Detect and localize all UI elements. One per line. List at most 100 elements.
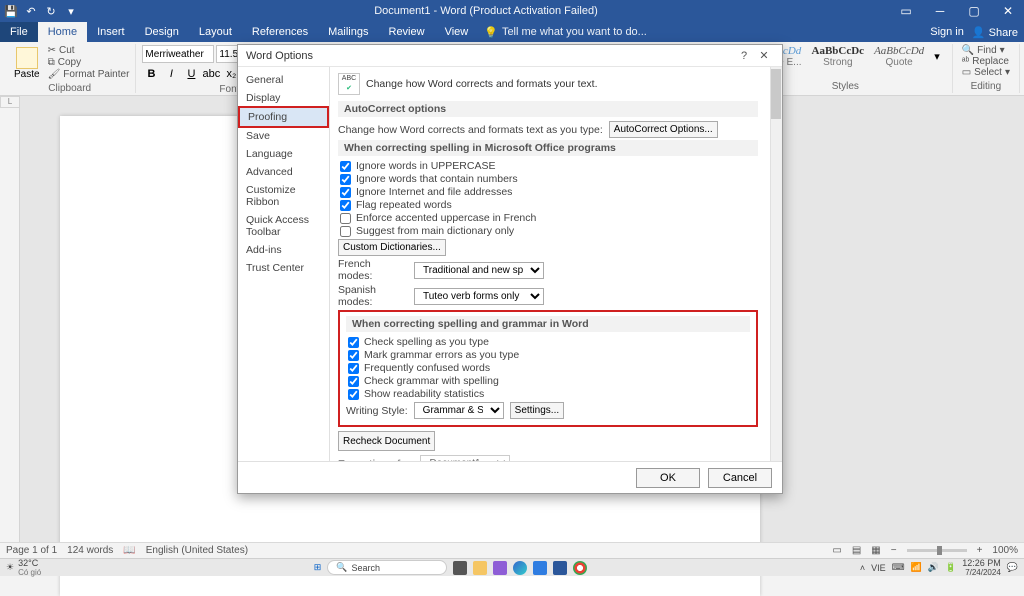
chrome-icon[interactable] bbox=[573, 561, 587, 575]
zoom-slider[interactable] bbox=[907, 549, 967, 552]
explorer-icon[interactable] bbox=[473, 561, 487, 575]
clock-time[interactable]: 12:26 PM bbox=[962, 558, 1001, 568]
page-count[interactable]: Page 1 of 1 bbox=[6, 545, 57, 556]
maximize-icon[interactable]: ▢ bbox=[962, 4, 986, 18]
share-button[interactable]: 👤 Share bbox=[972, 26, 1018, 39]
spellcheck-icon[interactable]: 📖 bbox=[123, 545, 135, 556]
taskbar-search[interactable]: 🔍Search bbox=[327, 560, 447, 575]
save-icon[interactable]: 💾 bbox=[4, 4, 18, 18]
chevron-up-icon[interactable]: ˄ bbox=[860, 563, 865, 573]
qat-dropdown-icon[interactable]: ▾ bbox=[64, 4, 78, 18]
nav-proofing[interactable]: Proofing bbox=[238, 106, 329, 128]
tell-me[interactable]: 💡Tell me what you want to do... bbox=[478, 22, 653, 42]
chk-ignore-numbers[interactable]: Ignore words that contain numbers bbox=[338, 173, 758, 185]
style-strong[interactable]: AaBbCcDcStrong bbox=[812, 45, 865, 68]
nav-language[interactable]: Language bbox=[238, 145, 329, 163]
select-button[interactable]: ▭Select▾ bbox=[959, 67, 1013, 78]
system-tray: ˄ VIE ⌨ 📶 🔊 🔋 12:26 PM 7/24/2024 💬 bbox=[854, 558, 1024, 577]
minimize-icon[interactable]: ─ bbox=[928, 4, 952, 18]
italic-button[interactable]: I bbox=[162, 65, 180, 83]
chk-ignore-uppercase[interactable]: Ignore words in UPPERCASE bbox=[338, 160, 758, 172]
paste-button[interactable]: Paste bbox=[10, 45, 44, 82]
nav-general[interactable]: General bbox=[238, 71, 329, 89]
tab-layout[interactable]: Layout bbox=[189, 22, 242, 42]
language-status[interactable]: English (United States) bbox=[146, 545, 248, 556]
chk-confused-words[interactable]: Frequently confused words bbox=[346, 362, 750, 374]
chk-main-dictionary[interactable]: Suggest from main dictionary only bbox=[338, 225, 758, 237]
scrollbar[interactable] bbox=[770, 67, 782, 461]
help-icon[interactable]: ? bbox=[734, 50, 754, 62]
nav-addins[interactable]: Add-ins bbox=[238, 241, 329, 259]
chk-flag-repeated[interactable]: Flag repeated words bbox=[338, 199, 758, 211]
underline-button[interactable]: U bbox=[182, 65, 200, 83]
volume-icon[interactable]: 🔊 bbox=[928, 562, 939, 573]
strike-button[interactable]: abc bbox=[202, 65, 220, 83]
dialog-close-icon[interactable]: ✕ bbox=[754, 49, 774, 62]
print-layout-icon[interactable]: ▤ bbox=[852, 545, 861, 556]
ok-button[interactable]: OK bbox=[636, 468, 700, 488]
ime-indicator[interactable]: VIE bbox=[871, 563, 886, 573]
read-mode-icon[interactable]: ▭ bbox=[832, 545, 841, 556]
cancel-button[interactable]: Cancel bbox=[708, 468, 772, 488]
chk-check-spelling[interactable]: Check spelling as you type bbox=[346, 336, 750, 348]
bold-button[interactable]: B bbox=[142, 65, 160, 83]
tab-mailings[interactable]: Mailings bbox=[318, 22, 378, 42]
replace-button[interactable]: ᵃᵇReplace bbox=[959, 56, 1013, 67]
ribbon-options-icon[interactable]: ▭ bbox=[894, 4, 918, 18]
nav-save[interactable]: Save bbox=[238, 127, 329, 145]
lightshot-icon[interactable] bbox=[493, 561, 507, 575]
start-icon[interactable]: ⊞ bbox=[314, 562, 322, 573]
nav-trust-center[interactable]: Trust Center bbox=[238, 259, 329, 277]
zoom-level[interactable]: 100% bbox=[992, 545, 1018, 556]
web-layout-icon[interactable]: ▦ bbox=[871, 545, 880, 556]
exceptions-select[interactable]: Document1 bbox=[420, 455, 510, 461]
edge-icon[interactable] bbox=[513, 561, 527, 575]
nav-qat[interactable]: Quick Access Toolbar bbox=[238, 211, 329, 241]
nav-advanced[interactable]: Advanced bbox=[238, 163, 329, 181]
tab-review[interactable]: Review bbox=[379, 22, 435, 42]
zoom-out-icon[interactable]: − bbox=[891, 545, 897, 556]
wifi-icon[interactable]: 📶 bbox=[911, 562, 922, 573]
close-icon[interactable]: ✕ bbox=[996, 4, 1020, 18]
tab-view[interactable]: View bbox=[435, 22, 479, 42]
custom-dictionaries-button[interactable]: Custom Dictionaries... bbox=[338, 239, 446, 256]
nav-customize-ribbon[interactable]: Customize Ribbon bbox=[238, 181, 329, 211]
chk-mark-grammar[interactable]: Mark grammar errors as you type bbox=[346, 349, 750, 361]
tab-references[interactable]: References bbox=[242, 22, 318, 42]
word-count[interactable]: 124 words bbox=[67, 545, 113, 556]
input-icon[interactable]: ⌨ bbox=[892, 562, 905, 573]
autocorrect-options-button[interactable]: AutoCorrect Options... bbox=[609, 121, 718, 138]
nav-display[interactable]: Display bbox=[238, 89, 329, 107]
redo-icon[interactable]: ↻ bbox=[44, 4, 58, 18]
zoom-in-icon[interactable]: + bbox=[977, 545, 983, 556]
word-icon[interactable] bbox=[553, 561, 567, 575]
tab-design[interactable]: Design bbox=[135, 22, 189, 42]
spanish-modes-select[interactable]: Tuteo verb forms only bbox=[414, 288, 544, 305]
battery-icon[interactable]: 🔋 bbox=[945, 562, 956, 573]
font-name-select[interactable]: Merriweather bbox=[142, 45, 214, 63]
chk-french-accent[interactable]: Enforce accented uppercase in French bbox=[338, 212, 758, 224]
autocorrect-desc: Change how Word corrects and formats tex… bbox=[338, 124, 603, 136]
tab-insert[interactable]: Insert bbox=[87, 22, 135, 42]
notifications-icon[interactable]: 💬 bbox=[1007, 562, 1018, 573]
chk-grammar-with-spelling[interactable]: Check grammar with spelling bbox=[346, 375, 750, 387]
chk-readability[interactable]: Show readability statistics bbox=[346, 388, 750, 400]
sign-in[interactable]: Sign in bbox=[930, 26, 964, 38]
chk-ignore-internet[interactable]: Ignore Internet and file addresses bbox=[338, 186, 758, 198]
format-painter-button[interactable]: 🖌Format Painter bbox=[48, 69, 130, 80]
style-quote[interactable]: AaBbCcDdQuote bbox=[874, 45, 924, 68]
undo-icon[interactable]: ↶ bbox=[24, 4, 38, 18]
task-view-icon[interactable] bbox=[453, 561, 467, 575]
writing-style-select[interactable]: Grammar & Style bbox=[414, 402, 504, 419]
french-modes-select[interactable]: Traditional and new spellings bbox=[414, 262, 544, 279]
tab-home[interactable]: Home bbox=[38, 22, 87, 42]
cut-button[interactable]: ✂Cut bbox=[48, 45, 130, 56]
settings-button[interactable]: Settings... bbox=[510, 402, 564, 419]
app-icon[interactable] bbox=[533, 561, 547, 575]
recheck-document-button[interactable]: Recheck Document bbox=[338, 431, 435, 451]
find-button[interactable]: 🔍Find▾ bbox=[959, 45, 1013, 56]
copy-button[interactable]: ⧉Copy bbox=[48, 57, 130, 68]
styles-more-icon[interactable]: ▾ bbox=[934, 50, 940, 63]
weather-widget[interactable]: ☀ 32°CCó gió bbox=[0, 558, 47, 577]
tab-file[interactable]: File bbox=[0, 22, 38, 42]
